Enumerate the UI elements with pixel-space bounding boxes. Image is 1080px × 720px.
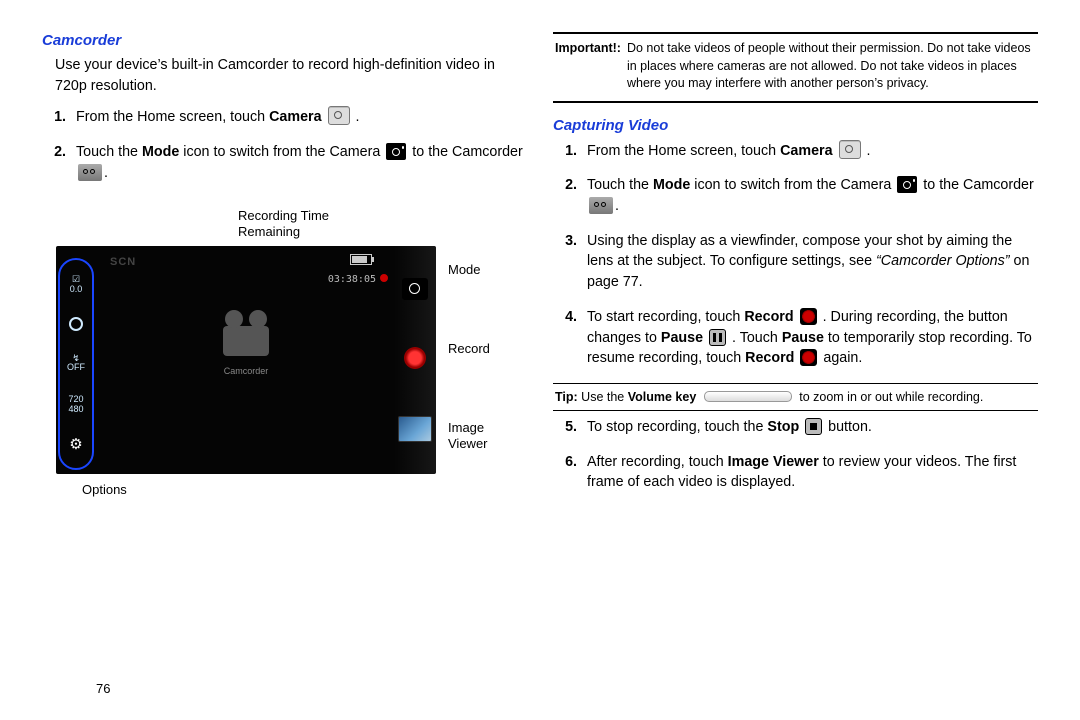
- camcorder-screenshot-figure: Recording Time Remaining SCN 03:38:05 ☑0…: [56, 208, 527, 498]
- camera-mode-icon: [897, 176, 917, 193]
- cv-step-4-rec: Record: [744, 309, 793, 325]
- page-number: 76: [96, 681, 110, 696]
- camcorder-mode-icon: [78, 164, 102, 181]
- cv-step-3-ref: “Camcorder Options”: [876, 253, 1009, 269]
- step-1: From the Home screen, touch Camera .: [70, 106, 527, 128]
- step-2-mid: icon to switch from the Camera: [179, 144, 384, 160]
- cv-step-4-pause2: Pause: [782, 330, 824, 346]
- tip-a: Use the: [578, 390, 628, 404]
- scn-indicator: SCN: [110, 256, 136, 268]
- right-control-bar: [394, 246, 436, 474]
- right-callout-labels: Mode Record Image Viewer: [448, 246, 490, 474]
- tip-tag: Tip:: [555, 390, 578, 404]
- recording-time-value: 03:38:05: [328, 274, 376, 285]
- cv-step-2-mid: icon to switch from the Camera: [690, 177, 895, 193]
- step-2-pre: Touch the: [76, 144, 142, 160]
- step-2-end: .: [104, 165, 108, 181]
- cv-step-3: Using the display as a viewfinder, compo…: [581, 231, 1038, 293]
- cv-step-4-rec2: Record: [745, 350, 794, 366]
- record-callout: Record: [448, 341, 490, 356]
- camcorder-steps: From the Home screen, touch Camera . Tou…: [70, 106, 527, 183]
- camera-app-icon: [328, 106, 350, 125]
- recording-time-label-1: Recording Time: [238, 208, 527, 224]
- tip-note: Tip: Use the Volume key to zoom in or ou…: [553, 384, 1038, 410]
- center-camcorder-icon: Camcorder: [223, 326, 269, 376]
- options-callout: Options: [82, 482, 527, 497]
- cv-step-5-stop: Stop: [767, 419, 799, 435]
- camcorder-intro: Use your device’s built-in Camcorder to …: [55, 55, 527, 96]
- cv-step-2-pre: Touch the: [587, 177, 653, 193]
- capturing-video-steps-cont: To stop recording, touch the Stop button…: [581, 417, 1038, 493]
- image-viewer-thumb-icon: [398, 416, 432, 442]
- cv-step-2-post: to the Camcorder: [923, 177, 1033, 193]
- important-note: Important!: Do not take videos of people…: [553, 34, 1038, 101]
- cv-step-6-iv: Image Viewer: [728, 454, 819, 470]
- cv-step-5-b: button.: [828, 419, 872, 435]
- mode-callout: Mode: [448, 262, 490, 277]
- cv-step-5-a: To stop recording, touch the: [587, 419, 767, 435]
- camcorder-heading: Camcorder: [42, 32, 527, 49]
- cv-step-6-a: After recording, touch: [587, 454, 728, 470]
- cv-step-1-post: .: [863, 143, 871, 159]
- flash-option: ↯OFF: [67, 354, 85, 373]
- cv-step-6: After recording, touch Image Viewer to r…: [581, 452, 1038, 493]
- cv-step-1-pre: From the Home screen, touch: [587, 143, 780, 159]
- cv-step-2-bold: Mode: [653, 177, 690, 193]
- tip-b: to zoom in or out while recording.: [796, 390, 984, 404]
- cv-step-4-pause: Pause: [661, 330, 703, 346]
- recording-time-label-2: Remaining: [238, 224, 527, 240]
- step-1-bold: Camera: [269, 109, 321, 125]
- record-button-icon: [404, 347, 426, 369]
- image-viewer-callout-2: Viewer: [448, 436, 488, 451]
- cv-step-4-c: . Touch: [728, 330, 782, 346]
- step-2: Touch the Mode icon to switch from the C…: [70, 142, 527, 183]
- center-camcorder-label: Camcorder: [223, 366, 269, 376]
- cv-step-4: To start recording, touch Record . Durin…: [581, 307, 1038, 369]
- cv-step-2-end: .: [615, 198, 619, 214]
- capturing-video-steps: From the Home screen, touch Camera . Tou…: [581, 140, 1038, 369]
- important-tag: Important!:: [555, 40, 621, 93]
- right-column: Important!: Do not take videos of people…: [553, 32, 1038, 710]
- cv-step-4-a: To start recording, touch: [587, 309, 744, 325]
- battery-icon: [350, 254, 372, 265]
- tip-volume-key-label: Volume key: [628, 390, 697, 404]
- volume-key-icon: [704, 391, 792, 402]
- capturing-video-heading: Capturing Video: [553, 117, 1038, 134]
- camera-app-icon: [839, 140, 861, 159]
- camcorder-mode-icon: [589, 197, 613, 214]
- options-bar: ☑0.0 ↯OFF 720480 ⚙: [58, 258, 94, 470]
- camcorder-glyph-icon: [223, 326, 269, 356]
- important-text: Do not take videos of people without the…: [627, 40, 1036, 93]
- mode-switch-icon: [402, 278, 428, 300]
- record-icon: [800, 308, 817, 325]
- cv-step-1: From the Home screen, touch Camera .: [581, 140, 1038, 162]
- cv-step-1-bold: Camera: [780, 143, 832, 159]
- step-1-text: From the Home screen, touch: [76, 109, 269, 125]
- step-2-bold: Mode: [142, 144, 179, 160]
- tip-rule-bottom: [553, 410, 1038, 411]
- step-2-post: to the Camcorder: [412, 144, 522, 160]
- settings-gear-icon: ⚙: [69, 437, 82, 453]
- cv-step-2: Touch the Mode icon to switch from the C…: [581, 175, 1038, 216]
- pause-icon: [709, 329, 726, 346]
- resolution-option: 720480: [68, 395, 83, 414]
- recording-dot-icon: [380, 274, 388, 282]
- timer-option-icon: [69, 317, 83, 331]
- cv-step-5: To stop recording, touch the Stop button…: [581, 417, 1038, 438]
- camera-mode-icon: [386, 143, 406, 160]
- step-1-post: .: [352, 109, 360, 125]
- stop-icon: [805, 418, 822, 435]
- camcorder-screen: SCN 03:38:05 ☑0.0 ↯OFF 720480 ⚙ Camcorde…: [56, 246, 436, 474]
- ev-option: ☑0.0: [70, 275, 83, 294]
- record-icon: [800, 349, 817, 366]
- cv-step-4-e: again.: [823, 350, 862, 366]
- important-rule-bottom: [553, 101, 1038, 103]
- recording-time-label: Recording Time Remaining: [238, 208, 527, 241]
- image-viewer-callout-1: Image: [448, 420, 484, 435]
- left-column: Camcorder Use your device’s built-in Cam…: [42, 32, 527, 710]
